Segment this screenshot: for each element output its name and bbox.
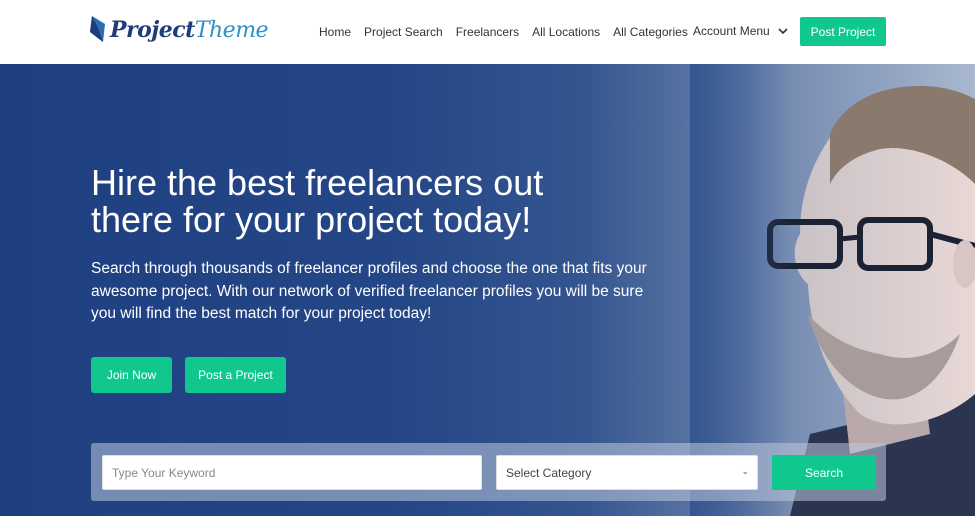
nav-freelancers[interactable]: Freelancers (456, 25, 519, 39)
site-header: ProjectTheme Home Project Search Freelan… (0, 0, 975, 64)
category-select-value: Select Category (506, 465, 592, 480)
nav-all-categories[interactable]: All Categories (613, 25, 688, 39)
search-bar: Type Your Keyword Select Category ⌄ Sear… (91, 443, 886, 501)
nav-project-search[interactable]: Project Search (364, 25, 443, 39)
logo-text-theme: Theme (194, 18, 269, 43)
main-nav: Home Project Search Freelancers All Loca… (319, 25, 688, 39)
hero-section: Hire the best freelancers out there for … (0, 64, 975, 516)
join-now-button[interactable]: Join Now (91, 357, 172, 393)
nav-all-locations[interactable]: All Locations (532, 25, 600, 39)
post-a-project-button[interactable]: Post a Project (185, 357, 286, 393)
chevron-down-icon (778, 28, 788, 35)
logo-mark-icon (90, 16, 105, 42)
hero-subtitle: Search through thousands of freelancer p… (91, 260, 647, 322)
account-menu-label: Account Menu (693, 24, 770, 38)
keyword-input[interactable]: Type Your Keyword (102, 455, 482, 490)
hero-title: Hire the best freelancers out there for … (91, 162, 544, 240)
logo-text-project: Project (110, 17, 195, 43)
category-select[interactable]: Select Category ⌄ (496, 455, 758, 490)
logo[interactable]: ProjectTheme (90, 16, 269, 44)
account-menu[interactable]: Account Menu (693, 24, 788, 38)
select-caret-icon: ⌄ (741, 466, 749, 476)
search-button[interactable]: Search (772, 455, 876, 490)
nav-home[interactable]: Home (319, 25, 351, 39)
post-project-button[interactable]: Post Project (800, 17, 886, 46)
